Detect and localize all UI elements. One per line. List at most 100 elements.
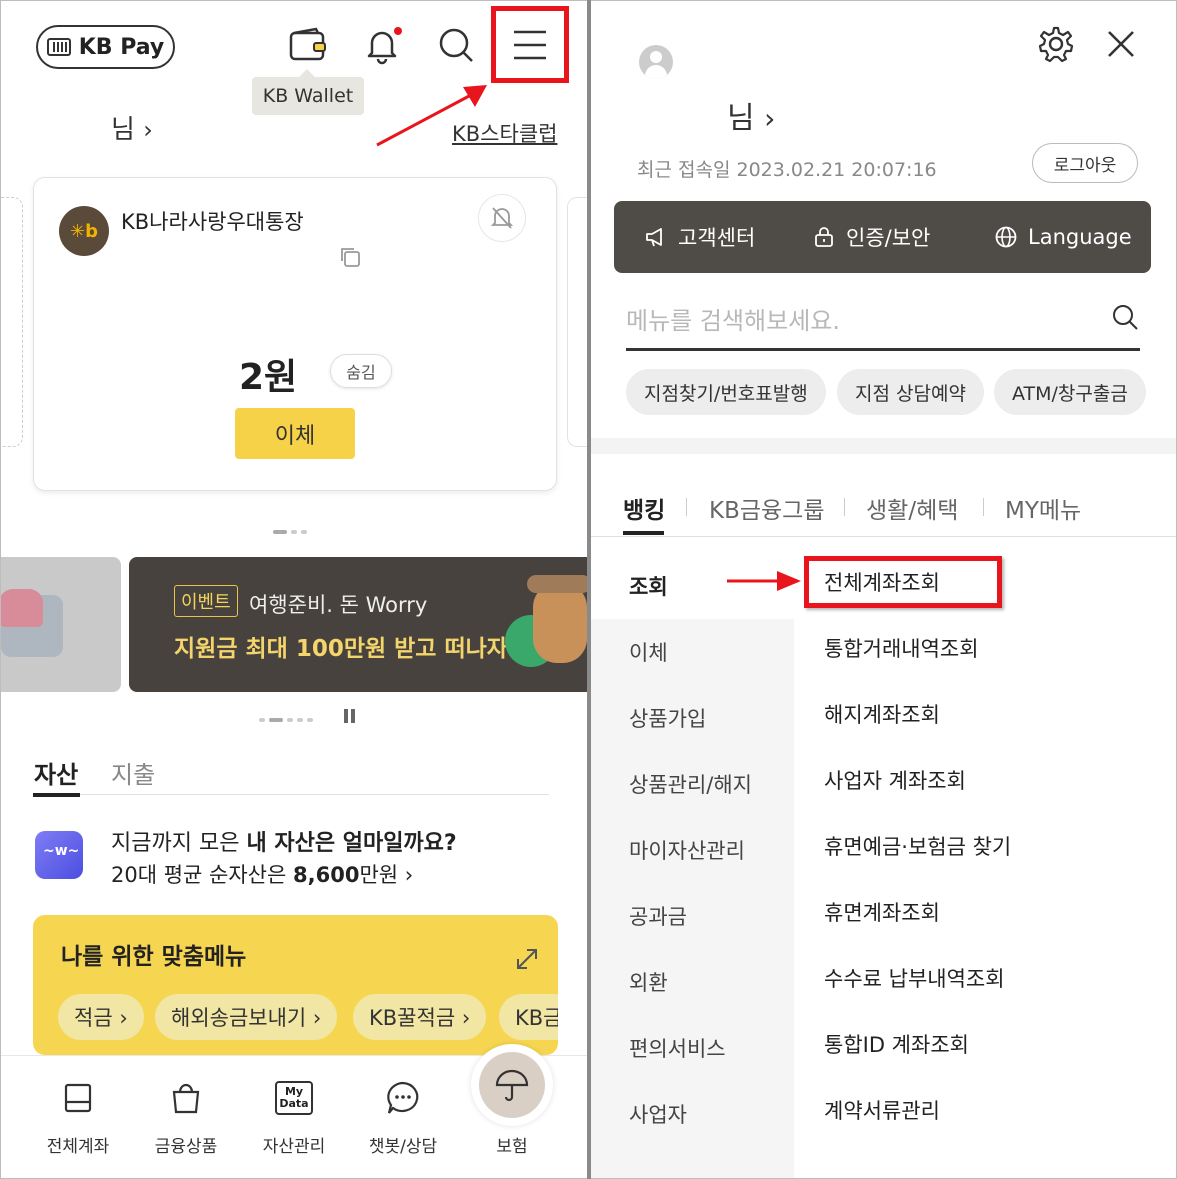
custom-chip[interactable]: KB꿀적금 › — [353, 994, 487, 1040]
settings-gear-icon[interactable] — [1037, 25, 1075, 63]
tab-spending[interactable]: 지출 — [111, 755, 155, 790]
user-greeting[interactable]: 님 › — [727, 93, 775, 137]
tab-life-benefits[interactable]: 생활/혜택 — [866, 491, 958, 525]
prev-banner[interactable] — [1, 557, 121, 692]
language-link[interactable]: Language — [994, 201, 1132, 273]
menu-item-business-accounts[interactable]: 사업자 계좌조회 — [824, 765, 966, 795]
copy-icon[interactable] — [338, 245, 362, 269]
nav-products[interactable]: 금융상품 — [136, 1056, 236, 1157]
account-card[interactable]: ✳b KB나라사랑우대통장 2원 숨김 이체 — [33, 177, 557, 491]
event-tag: 이벤트 — [174, 585, 238, 617]
chevron-right-icon: › — [143, 116, 153, 144]
next-card-edge[interactable] — [567, 197, 587, 447]
insurance-button[interactable] — [471, 1044, 553, 1126]
lock-icon — [815, 227, 833, 247]
bell-icon — [367, 27, 402, 65]
customer-center-label: 고객센터 — [678, 226, 756, 250]
tab-banking[interactable]: 뱅킹 — [623, 491, 665, 525]
asset-avg-prefix: 20대 평균 순자산은 — [111, 863, 293, 887]
sidebar-item-transfer[interactable]: 이체 — [629, 637, 668, 667]
hide-balance-button[interactable]: 숨김 — [330, 354, 392, 388]
account-balance: 2원 — [239, 357, 298, 398]
expand-icon[interactable] — [515, 947, 539, 971]
search-icon[interactable] — [1111, 303, 1139, 331]
sidebar-item-business[interactable]: 사업자 — [629, 1099, 687, 1129]
tab-my-menu[interactable]: MY메뉴 — [1005, 491, 1081, 525]
branch-finder-chip[interactable]: 지점찾기/번호표발행 — [626, 369, 826, 415]
menu-item-contract-docs[interactable]: 계약서류관리 — [824, 1095, 940, 1125]
tab-separator — [983, 498, 984, 516]
sidebar-item-product-manage[interactable]: 상품관리/해지 — [629, 769, 752, 799]
tab-kb-group[interactable]: KB금융그룹 — [709, 491, 825, 525]
sidebar-item-inquiry[interactable]: 조회 — [629, 571, 668, 601]
asset-average[interactable]: 20대 평균 순자산은 8,600만원 › — [111, 859, 413, 889]
customer-center-link[interactable]: 고객센터 — [644, 201, 755, 273]
pause-icon[interactable] — [343, 709, 357, 723]
chat-bubble-icon — [387, 1081, 419, 1114]
sidebar-item-product-join[interactable]: 상품가입 — [629, 703, 706, 733]
mydata-icon: My Data — [275, 1081, 313, 1115]
heart-icon — [1, 589, 43, 627]
sidebar-item-convenience[interactable]: 편의서비스 — [629, 1033, 726, 1063]
branch-consult-chip[interactable]: 지점 상담예약 — [837, 369, 984, 415]
menu-item-integrated-id[interactable]: 통합ID 계좌조회 — [824, 1029, 969, 1059]
card-pagination — [273, 521, 311, 540]
menu-search-input[interactable]: 메뉴를 검색해보세요. — [626, 301, 840, 336]
asset-avg-suffix: 만원 — [359, 863, 405, 887]
custom-chip[interactable]: 해외송금보내기 › — [155, 994, 338, 1040]
sidebar-item-my-asset[interactable]: 마이자산관리 — [629, 835, 745, 865]
asset-wave-icon — [35, 831, 83, 879]
alarm-off-button[interactable] — [478, 194, 526, 242]
nav-chatbot[interactable]: 챗봇/상담 — [353, 1056, 453, 1157]
starclub-link[interactable]: KB스타클럽 — [452, 118, 557, 148]
accounts-icon — [64, 1083, 92, 1113]
kbpay-button[interactable]: KB Pay — [36, 25, 175, 69]
kb-logo-icon: ✳b — [59, 206, 109, 256]
menu-item-closed-accounts[interactable]: 해지계좌조회 — [824, 699, 940, 729]
sidebar-item-utility-bills[interactable]: 공과금 — [629, 901, 687, 931]
auth-security-link[interactable]: 인증/보안 — [812, 201, 930, 273]
nav-label: 금융상품 — [154, 1137, 218, 1157]
megaphone-icon — [646, 228, 662, 247]
home-screen: KB Pay KB Wallet 님 › KB스타클럽 ✳b KB나라사랑우대통… — [0, 0, 587, 1179]
logout-button[interactable]: 로그아웃 — [1032, 143, 1138, 183]
banner-line1: 여행준비. 돈 Worry — [249, 593, 428, 617]
prev-card-edge[interactable] — [1, 197, 23, 447]
menu-item-fee-history[interactable]: 수수료 납부내역조회 — [824, 963, 1005, 993]
sidebar-item-foreign-exchange[interactable]: 외환 — [629, 967, 668, 997]
avatar — [639, 45, 673, 79]
nav-asset-management[interactable]: My Data 자산관리 — [244, 1056, 344, 1157]
globe-icon — [995, 226, 1017, 248]
event-banner[interactable]: 이벤트 여행준비. 돈 Worry 지원금 최대 100만원 받고 떠나자 — [129, 557, 587, 692]
transfer-button[interactable]: 이체 — [235, 408, 355, 459]
menu-item-dormant-accounts[interactable]: 휴면계좌조회 — [824, 897, 940, 927]
custom-chip[interactable]: 적금 › — [58, 994, 144, 1040]
nav-label: 챗봇/상담 — [368, 1137, 438, 1157]
close-icon[interactable] — [1106, 29, 1136, 59]
tab-asset[interactable]: 자산 — [34, 755, 78, 790]
hat-icon — [527, 575, 587, 593]
shopping-bag-icon — [172, 1083, 200, 1114]
user-suffix: 님 — [111, 115, 135, 145]
wallet-icon — [289, 27, 326, 61]
menu-item-dormant-deposits[interactable]: 휴면예금·보험금 찾기 — [824, 831, 1011, 861]
atm-withdraw-chip[interactable]: ATM/창구출금 — [994, 369, 1146, 415]
search-button[interactable] — [432, 21, 480, 69]
asset-question-prefix: 지금까지 모은 — [111, 831, 247, 856]
menu-item-transactions[interactable]: 통합거래내역조회 — [824, 633, 979, 663]
account-name: KB나라사랑우대통장 — [121, 210, 304, 234]
asset-question[interactable]: 지금까지 모은 내 자산은 얼마일까요? — [111, 825, 457, 857]
notification-button[interactable] — [358, 21, 406, 69]
custom-chip[interactable]: KB금 — [499, 994, 558, 1040]
chevron-right-icon: › — [764, 102, 776, 135]
quick-links-bar: 고객센터 인증/보안 Language — [614, 201, 1151, 273]
all-accounts-highlight-box — [804, 556, 1002, 608]
bottom-nav: 전체계좌 금융상품 My Data 자산관리 챗봇/상담 보험 — [1, 1044, 587, 1178]
mydata-icon-line2: Data — [279, 1097, 309, 1110]
banner-pagination — [259, 709, 317, 728]
wallet-button[interactable] — [284, 21, 332, 69]
last-login: 최근 접속일 2023.02.21 20:07:16 — [637, 159, 937, 181]
user-greeting[interactable]: 님 › — [111, 109, 153, 146]
nav-all-accounts[interactable]: 전체계좌 — [28, 1056, 128, 1157]
search-icon — [439, 28, 473, 62]
